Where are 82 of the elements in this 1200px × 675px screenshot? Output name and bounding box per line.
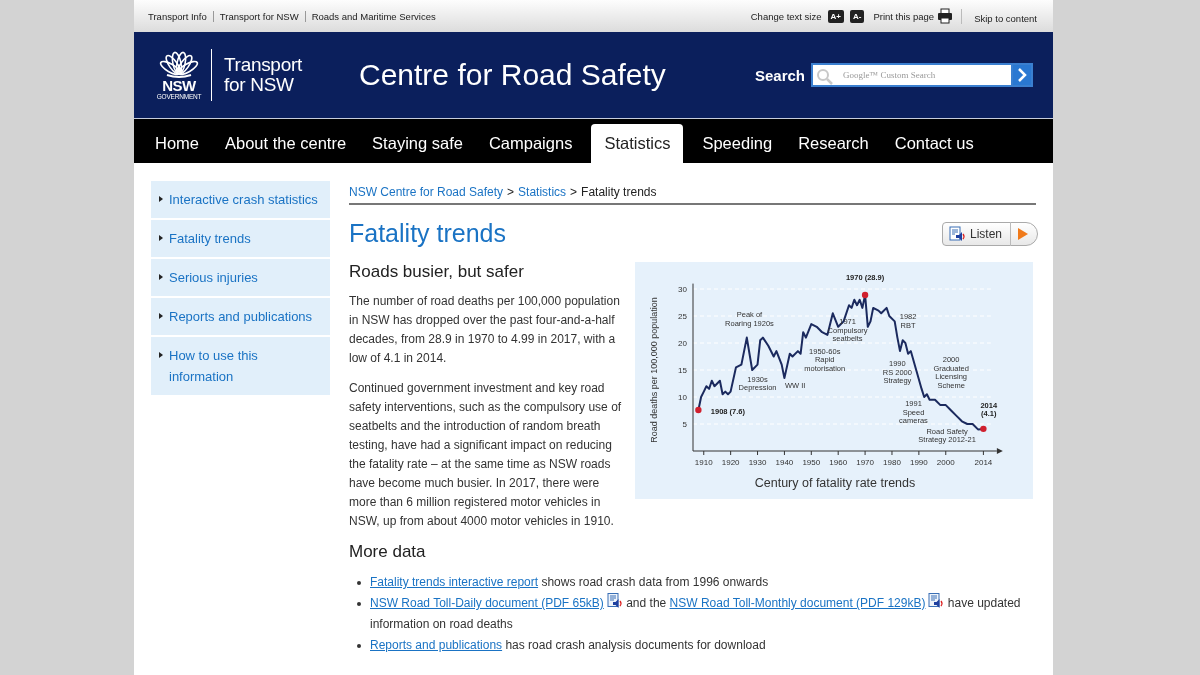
- link[interactable]: Reports and publications: [370, 638, 503, 652]
- breadcrumb-separator: >: [507, 185, 515, 199]
- utility-link[interactable]: Transport for NSW: [212, 10, 305, 22]
- axis-tick-label: 1990: [909, 458, 928, 467]
- bullet-icon: [357, 581, 361, 585]
- audio-icon: [948, 225, 966, 242]
- link[interactable]: Fatality trends interactive report: [370, 575, 539, 589]
- axis-tick-label: 20: [678, 339, 687, 348]
- bullet-icon: [159, 196, 163, 202]
- nav-tab[interactable]: Contact us: [881, 124, 987, 163]
- search-field[interactable]: Google™ Custom Search: [811, 63, 1013, 87]
- axis-tick-label: 10: [678, 393, 687, 402]
- link[interactable]: NSW Road Toll-Daily document (PDF 65kB): [370, 596, 604, 610]
- print-link[interactable]: Print this page: [873, 10, 935, 22]
- page-title: Fatality trends: [349, 219, 506, 248]
- list-item-text: Reports and publications has road crash analysis documents for download: [370, 637, 767, 654]
- breadcrumb-current: Fatality trends: [581, 185, 657, 199]
- chart-title: Century of fatality rate trends: [754, 476, 916, 490]
- nav-tab[interactable]: Speeding: [689, 124, 786, 163]
- data-point-marker: [861, 291, 869, 299]
- bullet-icon: [159, 235, 163, 241]
- text-size-button[interactable]: A-: [849, 9, 865, 23]
- sidebar-item[interactable]: How to use this information: [151, 337, 330, 395]
- breadcrumb-separator: >: [570, 185, 578, 199]
- axis-tick-label: 30: [678, 285, 687, 294]
- sidebar-item[interactable]: Serious injuries: [151, 259, 330, 296]
- axis-tick-label: 5: [682, 420, 687, 429]
- section-heading: Roads busier, but safer: [349, 262, 525, 282]
- bullet-icon: [159, 352, 163, 358]
- axis-tick-label: 1940: [775, 458, 794, 467]
- agency-name: for NSW: [224, 75, 294, 95]
- axis-tick-label: 2000: [936, 458, 955, 467]
- nav-tab[interactable]: Statistics: [591, 124, 684, 163]
- axis-title: Road deaths per 100,000 population: [649, 297, 659, 443]
- search-icon: [816, 68, 833, 85]
- nav-tab[interactable]: Research: [785, 124, 882, 163]
- data-point-marker: [695, 406, 702, 414]
- listen-button[interactable]: Listen: [941, 221, 1038, 246]
- axis-tick-label: 1960: [829, 458, 848, 467]
- audio-document-icon: [606, 593, 623, 609]
- site-title: Centre for Road Safety: [359, 58, 667, 92]
- axis-tick-label: 1980: [883, 458, 901, 467]
- logo-wordmark: NSW: [162, 79, 196, 93]
- skip-link[interactable]: Skip to content: [961, 8, 1047, 24]
- section-heading: More data: [349, 542, 427, 562]
- nav-tab[interactable]: Home: [142, 124, 212, 163]
- axis-tick-label: 1910: [694, 458, 713, 467]
- breadcrumb-link[interactable]: Statistics: [518, 185, 567, 199]
- bullet-icon: [357, 644, 361, 648]
- text-size-button[interactable]: A+: [827, 9, 844, 23]
- data-point-marker: [980, 425, 987, 433]
- nav-tab[interactable]: Campaigns: [475, 124, 586, 163]
- utility-link[interactable]: Transport Info: [142, 10, 213, 22]
- paragraph: The number of road deaths per 100,000 population in NSW has dropped over the past four-and-a-half decades, from 28.9 in 1970 to 4.99 in 2017, with a low of 4.1 in 2014.: [349, 293, 621, 367]
- sidebar-item[interactable]: Interactive crash statistics: [151, 181, 330, 218]
- paragraph: Continued government investment and key road safety interventions, such as the compulsory use of seatbelts and the introduction of random breath testing, have had a significant impact on reducing the fatality rate – at the same time as NSW roads have become much busier. In 2017, there were more than 6 million registered motor vehicles in NSW, up from about 4000 motor vehicles in 1910.: [349, 380, 623, 530]
- printer-icon: [937, 8, 954, 24]
- axis-tick-label: 1930: [748, 458, 767, 467]
- sidebar-item[interactable]: Fatality trends: [151, 220, 330, 257]
- sidebar-item[interactable]: Reports and publications: [151, 298, 330, 335]
- audio-document-icon: [928, 593, 945, 609]
- axis-tick-label: 1920: [721, 458, 740, 467]
- nav-tab[interactable]: About the centre: [212, 124, 360, 163]
- axis-tick-label: 15: [678, 366, 687, 375]
- link[interactable]: NSW Road Toll-Monthly document (PDF 129kB): [669, 596, 926, 610]
- axis-tick-label: 1950: [802, 458, 821, 467]
- text-size-label: Change text size: [750, 10, 822, 22]
- breadcrumb-link[interactable]: NSW Centre for Road Safety: [349, 185, 504, 199]
- search-button[interactable]: [1013, 63, 1033, 87]
- waratah-icon: [157, 49, 201, 79]
- axis-tick-label: 2014: [974, 458, 993, 467]
- axis-tick-label: 1970: [856, 458, 874, 467]
- axis-tick-label: 25: [678, 312, 687, 321]
- bullet-icon: [159, 274, 163, 280]
- nav-tab[interactable]: Staying safe: [359, 124, 476, 163]
- search-label: Search: [754, 66, 805, 84]
- bullet-icon: [357, 602, 361, 606]
- bullet-icon: [159, 313, 163, 319]
- play-icon: [1017, 226, 1029, 241]
- utility-link[interactable]: Roads and Maritime Services: [304, 10, 442, 22]
- agency-name: Transport: [224, 55, 302, 75]
- list-item-text: Fatality trends interactive report shows road crash data from 1996 onwards: [370, 574, 770, 591]
